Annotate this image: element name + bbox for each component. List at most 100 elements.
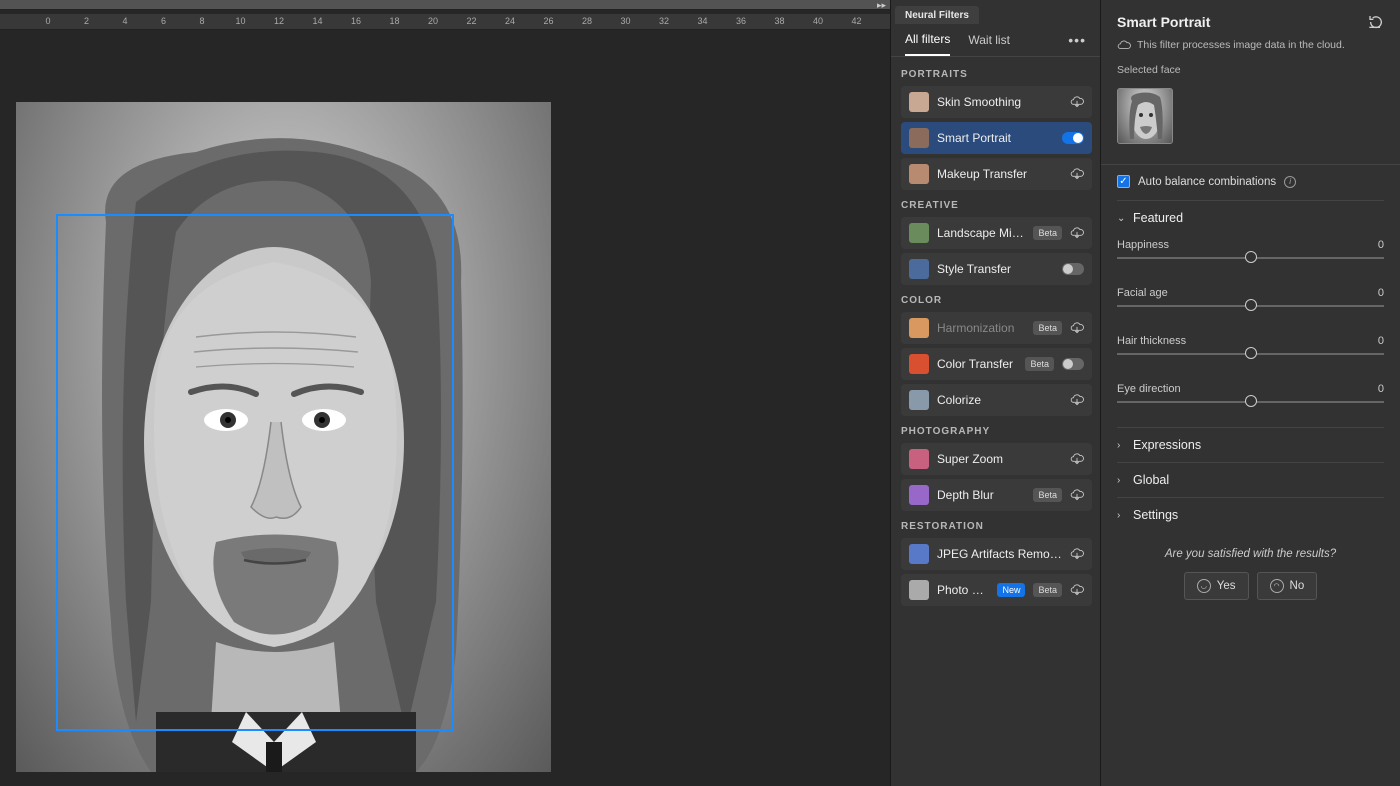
filter-thumbnail [909, 259, 929, 279]
filter-item[interactable]: Harmonization Beta [901, 312, 1092, 344]
ruler-horizontal: 0246810121416182022242628303234363840424… [0, 14, 890, 30]
beta-badge: Beta [1033, 321, 1062, 335]
filter-item[interactable]: Photo Res...NewBeta [901, 574, 1092, 606]
ruler-tick: 8 [199, 16, 204, 26]
ruler-tick: 6 [161, 16, 166, 26]
filter-toggle[interactable] [1062, 263, 1084, 275]
filter-item[interactable]: Smart Portrait [901, 122, 1092, 154]
section-settings[interactable]: › Settings [1117, 497, 1384, 532]
ruler-tick: 2 [84, 16, 89, 26]
ruler-tick: 0 [45, 16, 50, 26]
cloud-info-text: This filter processes image data in the … [1137, 39, 1345, 51]
ruler-tick: 36 [736, 16, 746, 26]
ruler-tick: 34 [697, 16, 707, 26]
info-icon[interactable]: i [1284, 176, 1296, 188]
filter-list[interactable]: PORTRAITSSkin SmoothingSmart PortraitMak… [891, 57, 1100, 786]
reset-icon[interactable] [1368, 14, 1384, 30]
filter-thumbnail [909, 164, 929, 184]
panel-tab-bar: Neural Filters [891, 0, 1100, 24]
cloud-download-icon[interactable] [1070, 583, 1084, 597]
filter-label: Smart Portrait [937, 131, 1054, 145]
ruler-tick: 16 [351, 16, 361, 26]
slider-thumb[interactable] [1245, 347, 1257, 359]
section-expressions[interactable]: › Expressions [1117, 427, 1384, 462]
cloud-download-icon[interactable] [1070, 547, 1084, 561]
selected-face-label: Selected face [1117, 64, 1384, 76]
slider-track[interactable] [1117, 257, 1384, 259]
yes-button[interactable]: ◡ Yes [1184, 572, 1249, 600]
ruler-tick: 28 [582, 16, 592, 26]
chevron-down-icon: ⌄ [1117, 213, 1127, 224]
subtab-all-filters[interactable]: All filters [905, 32, 950, 56]
auto-balance-row[interactable]: ✓ Auto balance combinations i [1117, 175, 1384, 188]
beta-badge: Beta [1033, 583, 1062, 597]
auto-balance-checkbox[interactable]: ✓ [1117, 175, 1130, 188]
ruler-tick: 42 [851, 16, 861, 26]
filter-item[interactable]: Super Zoom [901, 443, 1092, 475]
ruler-tick: 22 [466, 16, 476, 26]
cloud-download-icon[interactable] [1070, 167, 1084, 181]
filter-item[interactable]: Color TransferBeta [901, 348, 1092, 380]
filter-label: Style Transfer [937, 262, 1054, 276]
slider-track[interactable] [1117, 353, 1384, 355]
ruler-tick: 40 [813, 16, 823, 26]
expand-panels-icon[interactable]: ▸▸ [877, 0, 886, 11]
filter-thumbnail [909, 92, 929, 112]
filter-item[interactable]: Skin Smoothing [901, 86, 1092, 118]
more-options-icon[interactable]: ••• [1068, 32, 1086, 56]
filter-item[interactable]: Landscape MixerBeta [901, 217, 1092, 249]
filter-label: Harmonization [937, 321, 1025, 335]
no-button[interactable]: ◠ No [1257, 572, 1318, 600]
slider-value: 0 [1378, 335, 1384, 347]
cloud-download-icon[interactable] [1070, 226, 1084, 240]
slider-label: Happiness [1117, 239, 1169, 251]
slider-value: 0 [1378, 383, 1384, 395]
slider-eye-direction: Eye direction0 [1117, 379, 1384, 427]
beta-badge: Beta [1033, 488, 1062, 502]
filter-item[interactable]: Colorize [901, 384, 1092, 416]
slider-thumb[interactable] [1245, 395, 1257, 407]
filter-item[interactable]: JPEG Artifacts Removal [901, 538, 1092, 570]
happy-face-icon: ◡ [1197, 579, 1211, 593]
neural-filters-panel: Neural Filters All filters Wait list •••… [890, 0, 1100, 786]
filter-label: Color Transfer [937, 357, 1017, 371]
slider-thumb[interactable] [1245, 251, 1257, 263]
slider-track[interactable] [1117, 401, 1384, 403]
canvas-area[interactable]: ▸▸ 0246810121416182022242628303234363840… [0, 0, 890, 786]
slider-thumb[interactable] [1245, 299, 1257, 311]
filter-toggle[interactable] [1062, 132, 1084, 144]
slider-happiness: Happiness0 [1117, 235, 1384, 283]
chevron-right-icon: › [1117, 440, 1127, 451]
ruler-tick: 32 [659, 16, 669, 26]
slider-track[interactable] [1117, 305, 1384, 307]
subtab-wait-list[interactable]: Wait list [968, 33, 1010, 55]
filter-item[interactable]: Depth Blur Beta [901, 479, 1092, 511]
ruler-tick: 38 [774, 16, 784, 26]
section-global[interactable]: › Global [1117, 462, 1384, 497]
filter-thumbnail [909, 318, 929, 338]
selected-face-thumbnail[interactable] [1117, 88, 1173, 144]
document-image[interactable] [16, 102, 551, 772]
filter-thumbnail [909, 390, 929, 410]
ruler-tick: 12 [274, 16, 284, 26]
ruler-tick: 30 [620, 16, 630, 26]
cloud-download-icon[interactable] [1070, 452, 1084, 466]
filter-thumbnail [909, 580, 929, 600]
cloud-download-icon[interactable] [1070, 488, 1084, 502]
filter-toggle[interactable] [1062, 358, 1084, 370]
chevron-right-icon: › [1117, 475, 1127, 486]
tab-neural-filters[interactable]: Neural Filters [895, 6, 979, 24]
section-expressions-label: Expressions [1133, 438, 1201, 452]
cloud-download-icon[interactable] [1070, 95, 1084, 109]
section-settings-label: Settings [1133, 508, 1178, 522]
filter-label: Depth Blur [937, 488, 1025, 502]
cloud-download-icon[interactable] [1070, 321, 1084, 335]
satisfaction-text: Are you satisfied with the results? [1117, 548, 1384, 560]
filter-thumbnail [909, 128, 929, 148]
cloud-download-icon[interactable] [1070, 393, 1084, 407]
new-badge: New [997, 583, 1025, 597]
section-featured[interactable]: ⌄ Featured [1117, 200, 1384, 235]
filter-label: Landscape Mixer [937, 226, 1025, 240]
filter-item[interactable]: Makeup Transfer [901, 158, 1092, 190]
filter-item[interactable]: Style Transfer [901, 253, 1092, 285]
